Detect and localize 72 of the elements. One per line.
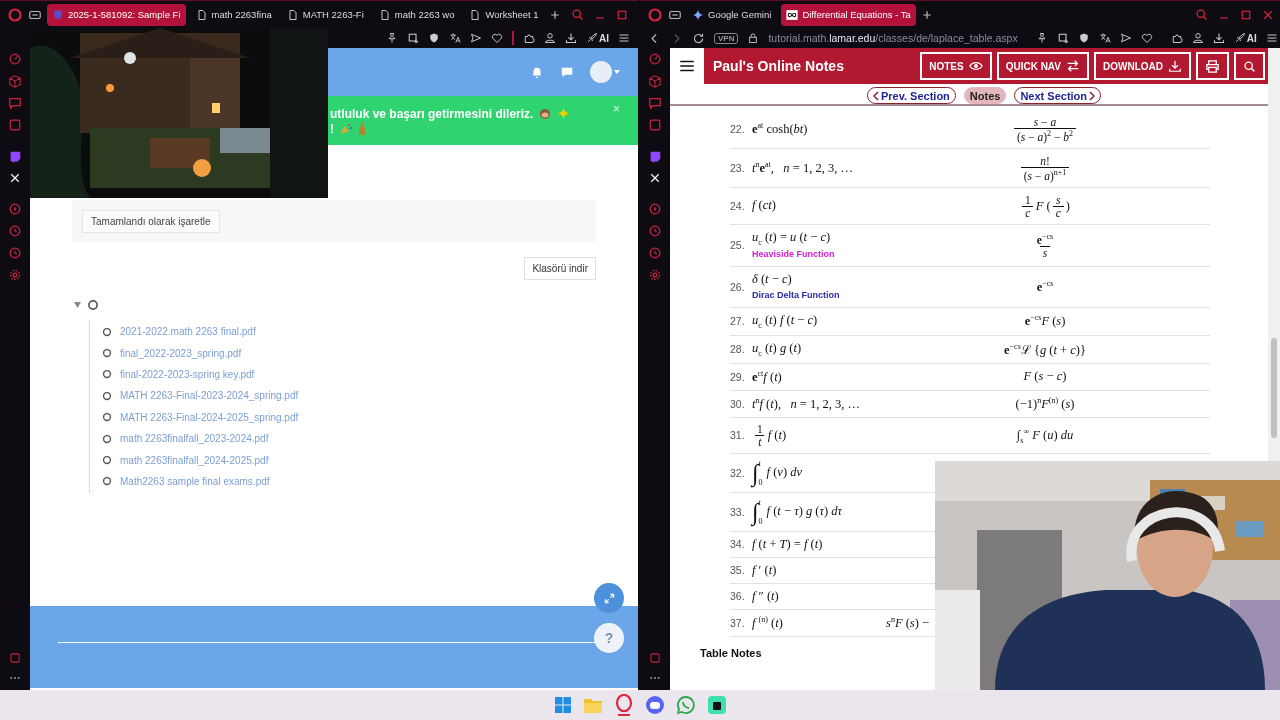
header-button[interactable]: DOWNLOAD xyxy=(1094,52,1191,80)
math-text: e$^{−cs}$F (s) xyxy=(1024,313,1066,330)
row-number: 22. xyxy=(730,122,745,135)
vpn-badge[interactable]: VPN xyxy=(714,32,739,44)
browser-tab[interactable]: math 2263 wo xyxy=(373,3,460,26)
browser-tab[interactable]: Google Gemini xyxy=(687,3,777,26)
fraction: n! (s − a)$^{n+1}$ xyxy=(1020,154,1070,182)
math-text: t$^{n}$f (t), n = 1, 2, 3, … xyxy=(752,395,860,412)
row-number: 36. xyxy=(730,590,745,603)
math-text: f (t − τ) g (τ) dτ xyxy=(766,504,842,520)
math-text: u$_{c}$ (t) f (t − c) xyxy=(752,313,818,330)
fraction: s c xyxy=(1052,193,1064,219)
math-text: f ′ (t) xyxy=(752,562,777,578)
header-button[interactable]: NOTES xyxy=(920,52,992,80)
alert-text: utluluk ve başarı getirmesini dileriz. xyxy=(330,106,534,121)
math-text: F (s − c) xyxy=(1023,369,1067,385)
math-text: e$^{−cs}$ℒ {g (t + c)} xyxy=(1004,340,1086,358)
ai-button[interactable]: AI xyxy=(1233,32,1257,44)
math-text: f (v) dv xyxy=(766,465,803,481)
alert-text: ! xyxy=(330,121,334,136)
math-text: e$^{−cs}$ xyxy=(1036,279,1054,296)
math-text: t$^{n}$e$^{at}$, n = 1, 2, 3, … xyxy=(752,159,853,176)
row-number: 28. xyxy=(730,343,745,356)
math-text: f (t) xyxy=(767,427,787,443)
math-text: u$_{c}$ (t) = u (t − c) xyxy=(752,229,831,247)
row-number: 35. xyxy=(730,564,745,577)
download-folder-button[interactable]: Klasörü indir xyxy=(524,257,596,280)
math-text: (−1)$^{n}$F$^{(n)}$ (s) xyxy=(1015,395,1075,412)
row-number: 26. xyxy=(730,281,745,294)
row-number: 30. xyxy=(730,397,745,410)
section-nav-link[interactable]: Next Section xyxy=(1014,87,1102,104)
row-number: 31. xyxy=(730,429,745,442)
definition-link[interactable]: Heaviside Function xyxy=(752,249,835,260)
address-bar[interactable]: tutorial.math.lamar.edu/classes/de/laplace_table.aspx xyxy=(768,32,1018,44)
section-nav-link[interactable]: Notes xyxy=(963,87,1007,104)
header-button[interactable]: QUICK NAV xyxy=(996,52,1089,80)
math-text: ∫$_{s}$$^{∞}$ F (u) du xyxy=(1016,426,1074,445)
browser-tab[interactable]: Worksheet 1 xyxy=(464,3,544,26)
row-number: 25. xyxy=(730,239,745,252)
math-text: e$^{ct}$f (t) xyxy=(752,368,782,385)
math-text: ) xyxy=(1065,198,1070,214)
math-text: f (t + T) = f (t) xyxy=(752,536,823,552)
browser-tab[interactable]: 2025-1-581092: Sample Fi xyxy=(47,3,186,26)
row-number: 33. xyxy=(730,505,745,518)
row-number: 32. xyxy=(730,466,745,479)
row-number: 27. xyxy=(730,315,745,328)
math-text: f ″ (t) xyxy=(752,588,779,604)
row-number: 24. xyxy=(730,199,745,212)
math-text: f (ct) xyxy=(752,198,776,214)
fraction: 1 t xyxy=(754,422,766,448)
browser-tab[interactable]: math 2263fina xyxy=(190,3,277,26)
fraction: e$^{−cs}$ s xyxy=(1035,232,1055,259)
mark-complete-button[interactable]: Tamamlandı olarak işaretle xyxy=(82,209,220,233)
math-text: f $^{(n)}$ (t) xyxy=(752,614,783,632)
math-text: u$_{c}$ (t) g (t) xyxy=(752,340,802,358)
section-nav-link[interactable]: Prev. Section xyxy=(866,87,956,104)
row-number: 29. xyxy=(730,370,745,383)
section-heading: Table Notes xyxy=(700,647,763,660)
row-number: 23. xyxy=(730,161,745,174)
definition-link[interactable]: Dirac Delta Function xyxy=(752,290,840,301)
ai-button[interactable]: AI xyxy=(586,32,609,44)
site-title[interactable]: Paul's Online Notes xyxy=(713,58,844,74)
math-text: F ( xyxy=(1035,198,1051,214)
math-text: e$^{at}$ cosh(bt) xyxy=(752,120,808,137)
fraction: 1 c xyxy=(1022,193,1034,219)
browser-tab[interactable]: Differential Equations - Ta xyxy=(781,3,916,26)
browser-tab[interactable]: MATH 2263-Fi xyxy=(281,3,369,26)
math-text: δ (t − c) xyxy=(752,272,792,288)
row-number: 37. xyxy=(730,617,745,630)
fraction: s − a (s − a)$^{2}$ − b$^{2}$ xyxy=(1013,116,1077,143)
math-text: s$^{n}$F (s) − xyxy=(886,614,930,632)
row-number: 34. xyxy=(730,538,745,551)
